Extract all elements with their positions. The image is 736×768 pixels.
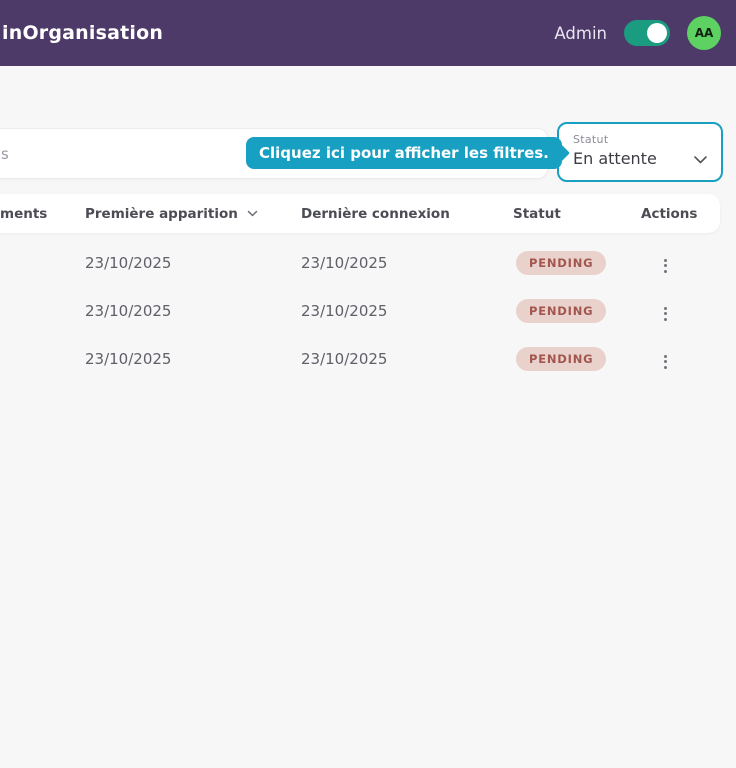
admin-mode-toggle[interactable] xyxy=(624,20,670,46)
filters-hint-text: Cliquez ici pour afficher les filtres. xyxy=(259,144,549,162)
filters-hint-tooltip: Cliquez ici pour afficher les filtres. xyxy=(246,137,562,169)
status-badge: PENDING xyxy=(516,251,606,275)
last-login-cell: 23/10/2025 xyxy=(301,254,513,272)
top-bar: inOrganisation Admin AA xyxy=(0,0,736,66)
table-row: 23/10/2025 23/10/2025 PENDING xyxy=(0,335,720,383)
column-header-truncated: ments xyxy=(0,206,85,222)
table-row: 23/10/2025 23/10/2025 PENDING xyxy=(0,287,720,335)
first-seen-cell: 23/10/2025 xyxy=(85,302,301,320)
last-login-cell: 23/10/2025 xyxy=(301,350,513,368)
kebab-menu-icon[interactable] xyxy=(653,253,677,279)
kebab-menu-icon[interactable] xyxy=(653,301,677,327)
app-title: inOrganisation xyxy=(2,22,163,44)
column-header-last-login: Dernière connexion xyxy=(301,206,513,222)
status-filter-dropdown[interactable]: Statut En attente xyxy=(557,122,723,182)
role-label: Admin xyxy=(554,24,607,43)
status-badge: PENDING xyxy=(516,299,606,323)
sort-chevron-down-icon[interactable] xyxy=(247,210,258,218)
table-row: 23/10/2025 23/10/2025 PENDING xyxy=(0,239,720,287)
search-placeholder-text: s xyxy=(1,145,9,163)
first-seen-cell: 23/10/2025 xyxy=(85,350,301,368)
top-bar-right-group: Admin AA xyxy=(554,0,721,66)
table-body: 23/10/2025 23/10/2025 PENDING 23/10/2025… xyxy=(0,239,720,383)
status-badge: PENDING xyxy=(516,347,606,371)
column-header-status: Statut xyxy=(513,206,641,222)
kebab-menu-icon[interactable] xyxy=(653,349,677,375)
avatar[interactable]: AA xyxy=(687,16,721,50)
last-login-cell: 23/10/2025 xyxy=(301,302,513,320)
column-header-actions: Actions xyxy=(641,206,720,222)
column-header-first-seen[interactable]: Première apparition xyxy=(85,206,301,222)
chevron-down-icon xyxy=(693,150,708,169)
first-seen-cell: 23/10/2025 xyxy=(85,254,301,272)
status-filter-label: Statut xyxy=(573,133,721,146)
table-header: ments Première apparition Dernière conne… xyxy=(0,194,720,233)
toggle-knob-icon xyxy=(647,23,667,43)
